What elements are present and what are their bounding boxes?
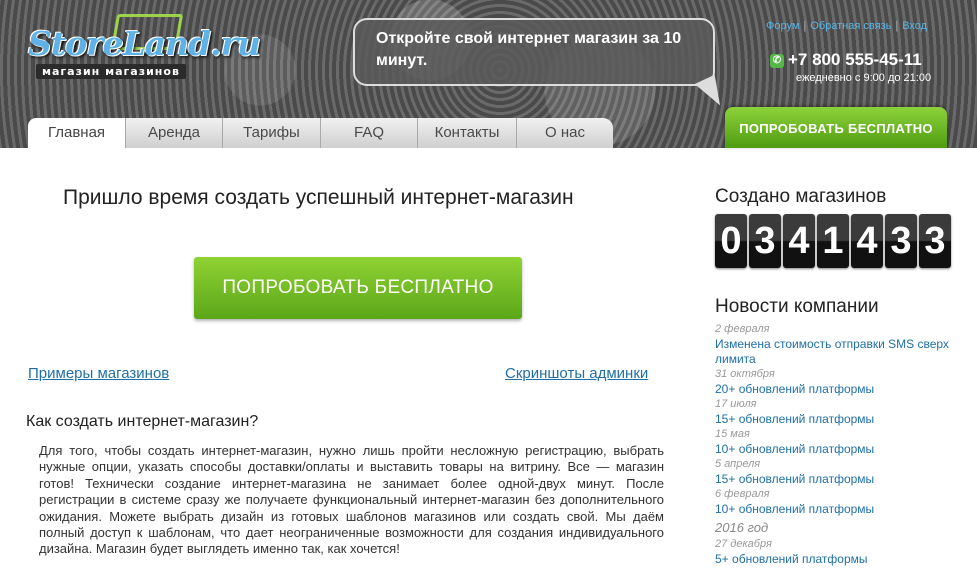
tab-home[interactable]: Главная xyxy=(28,118,126,148)
shops-created-heading: Создано магазинов xyxy=(715,186,887,207)
news-date: 17 июля xyxy=(715,398,757,410)
slogan-text: Откройте свой интернет магазин за 10 мин… xyxy=(376,30,682,69)
main-nav: Главная Аренда Тарифы FAQ Контакты О нас xyxy=(28,116,613,148)
login-link[interactable]: Вход xyxy=(902,20,927,32)
news-list: 2 февраля Изменена стоимость отправки SM… xyxy=(715,322,970,567)
shops-counter: 0 3 4 1 4 3 3 xyxy=(715,214,951,268)
site-logo[interactable]: StoreLand.ru магазин магазинов xyxy=(28,14,261,84)
news-link[interactable]: 10+ обновлений платформы xyxy=(715,442,970,457)
news-date: 2 февраля xyxy=(715,323,770,335)
news-date: 15 мая xyxy=(715,428,750,440)
try-free-header-button[interactable]: ПОПРОБОВАТЬ БЕСПЛАТНО xyxy=(725,107,947,148)
tab-pricing[interactable]: Тарифы xyxy=(223,118,321,148)
news-link[interactable]: 15+ обновлений платформы xyxy=(715,472,970,487)
try-free-button[interactable]: ПОПРОБОВАТЬ БЕСПЛАТНО xyxy=(194,257,522,319)
counter-digit: 4 xyxy=(783,214,815,268)
tab-faq[interactable]: FAQ xyxy=(321,118,418,148)
admin-screenshots-link[interactable]: Скриншоты админки xyxy=(505,365,648,382)
top-links: Форум | Обратная связь | Вход xyxy=(766,20,927,32)
counter-digit: 4 xyxy=(851,214,883,268)
counter-digit: 3 xyxy=(885,214,917,268)
news-date: 6 февраля xyxy=(715,488,770,500)
news-link[interactable]: 5+ обновлений платформы xyxy=(715,552,970,567)
site-header: StoreLand.ru магазин магазинов Откройте … xyxy=(0,0,977,148)
separator: | xyxy=(803,20,807,32)
feedback-link[interactable]: Обратная связь xyxy=(810,20,891,32)
counter-digit: 0 xyxy=(715,214,747,268)
counter-digit: 3 xyxy=(749,214,781,268)
phone-number: +7 800 555-45-11 xyxy=(788,50,922,69)
tab-contacts[interactable]: Контакты xyxy=(418,118,517,148)
counter-digit: 1 xyxy=(817,214,849,268)
counter-digit: 3 xyxy=(919,214,951,268)
separator: | xyxy=(895,20,899,32)
tab-rent[interactable]: Аренда xyxy=(126,118,223,148)
news-date: 5 апреля xyxy=(715,458,761,470)
news-link[interactable]: 10+ обновлений платформы xyxy=(715,502,970,517)
logo-tagline: магазин магазинов xyxy=(36,64,186,79)
news-year: 2016 год xyxy=(715,520,769,535)
tab-about[interactable]: О нас xyxy=(517,118,613,148)
phone-block: ✆ +7 800 555-45-11 xyxy=(770,50,922,70)
logo-text: StoreLand.ru xyxy=(28,24,261,63)
working-hours: ежедневно с 9:00 до 21:00 xyxy=(796,72,932,84)
examples-link[interactable]: Примеры магазинов xyxy=(28,365,169,382)
news-date: 31 октября xyxy=(715,368,775,380)
phone-icon: ✆ xyxy=(770,54,784,68)
news-link[interactable]: 15+ обновлений платформы xyxy=(715,412,970,427)
news-heading: Новости компании xyxy=(715,296,879,317)
how-to-heading: Как создать интернет-магазин? xyxy=(26,413,259,430)
forum-link[interactable]: Форум xyxy=(766,20,799,32)
news-link[interactable]: 20+ обновлений платформы xyxy=(715,382,970,397)
how-to-text: Для того, чтобы создать интернет-магазин… xyxy=(39,443,664,557)
news-link[interactable]: Изменена стоимость отправки SMS сверх ли… xyxy=(715,337,970,367)
page-title: Пришло время создать успешный интернет-м… xyxy=(63,186,574,209)
news-date: 27 декабря xyxy=(715,538,772,550)
